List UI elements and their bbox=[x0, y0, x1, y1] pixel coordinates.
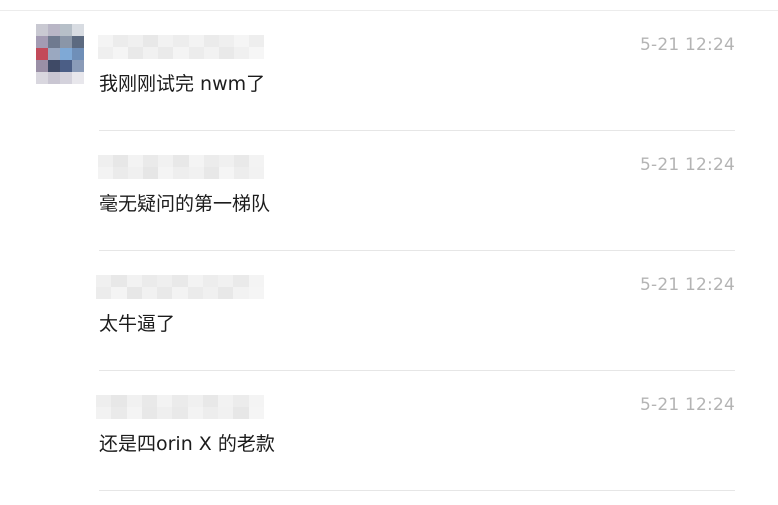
message-divider bbox=[99, 490, 735, 491]
message-text: 我刚刚试完 nwm了 bbox=[99, 73, 266, 95]
message-time: 5-21 12:24 bbox=[640, 35, 735, 55]
message-time: 5-21 12:24 bbox=[640, 155, 735, 175]
message-time: 5-21 12:24 bbox=[640, 275, 735, 295]
username-blurred[interactable] bbox=[98, 35, 264, 59]
message-time: 5-21 12:24 bbox=[640, 395, 735, 415]
username-blurred[interactable] bbox=[98, 155, 264, 179]
message-item: 5-21 12:24 太牛逼了 bbox=[0, 251, 778, 371]
message-item: 5-21 12:24 毫无疑问的第一梯队 bbox=[0, 131, 778, 251]
username-blurred[interactable] bbox=[96, 395, 264, 419]
username-blurred[interactable] bbox=[96, 275, 264, 299]
message-text: 毫无疑问的第一梯队 bbox=[99, 193, 271, 215]
message-text: 太牛逼了 bbox=[99, 313, 176, 335]
message-item: 5-21 12:24 还是四orin X 的老款 bbox=[0, 371, 778, 491]
message-text: 还是四orin X 的老款 bbox=[99, 433, 275, 455]
message-item: 5-21 12:24 我刚刚试完 nwm了 bbox=[0, 11, 778, 131]
